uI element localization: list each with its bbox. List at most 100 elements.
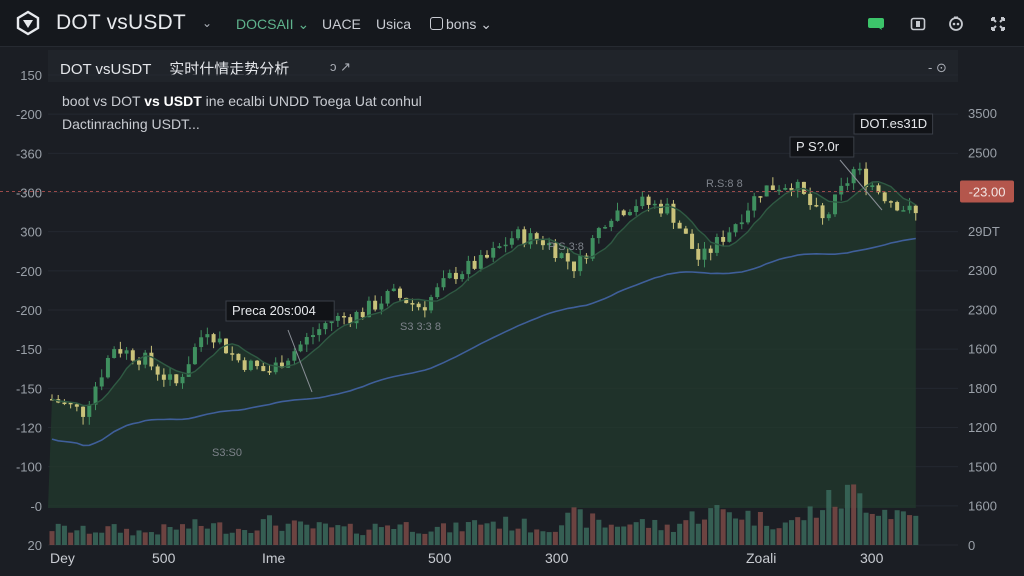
candle-body <box>727 232 732 242</box>
candle-body <box>99 377 104 387</box>
volume-bar <box>739 519 745 545</box>
candle-body <box>565 253 570 262</box>
candle-body <box>248 360 253 370</box>
candle-body <box>826 214 831 219</box>
candle-body <box>255 360 260 367</box>
candle-body <box>814 205 819 207</box>
annotation-label: P S?.0r <box>796 139 840 154</box>
x-tick-label: Ime <box>262 550 286 566</box>
volume-bar <box>322 523 328 545</box>
volume-bar <box>503 516 509 545</box>
volume-bar <box>888 519 894 545</box>
candle-body <box>304 337 309 345</box>
volume-bar <box>882 509 888 545</box>
volume-bar <box>571 507 577 545</box>
volume-bar <box>142 532 148 545</box>
volume-bar <box>907 515 913 545</box>
candle-body <box>485 254 489 258</box>
candle-body <box>603 227 608 229</box>
annotation-label: DOT.es31D <box>860 116 927 131</box>
candle-body <box>435 287 440 298</box>
volume-bar <box>360 535 366 545</box>
volume-bar <box>372 523 378 545</box>
candle-body <box>261 366 266 372</box>
volume-bar <box>447 532 453 545</box>
left-tick-label: -100 <box>16 460 42 475</box>
candle-body <box>447 272 452 279</box>
candle-body <box>646 196 651 205</box>
candle-body <box>758 196 763 198</box>
volume-bar <box>664 524 670 545</box>
candle-body <box>242 360 247 370</box>
x-axis: Dey 500 Ime 500 300 Zoali 300 <box>50 550 884 566</box>
candle-body <box>615 210 620 221</box>
volume-bar <box>708 508 714 545</box>
volume-bar <box>577 509 583 545</box>
volume-bar <box>186 528 192 545</box>
volume-bar <box>795 517 801 545</box>
candle-body <box>342 315 347 318</box>
volume-bar <box>627 524 633 545</box>
volume-bar <box>863 512 869 545</box>
candle-body <box>870 185 875 188</box>
candle-body <box>205 334 210 338</box>
volume-bar <box>820 510 826 545</box>
volume-bar <box>789 520 794 545</box>
volume-bar <box>86 533 92 545</box>
candle-body <box>298 344 303 352</box>
x-tick-label: 300 <box>860 550 884 566</box>
volume-bar <box>559 525 565 545</box>
right-tick-label: 1600 <box>968 499 997 514</box>
left-tick-label: 300 <box>20 225 42 240</box>
volume-bar <box>869 513 875 545</box>
left-tick-label: -0 <box>30 499 42 514</box>
candle-body <box>572 261 576 272</box>
candle-body <box>702 248 707 260</box>
right-tick-label: 2300 <box>968 302 997 317</box>
candle-body <box>416 303 421 308</box>
volume-bar <box>745 510 751 545</box>
volume-bar <box>776 528 782 545</box>
x-tick-label: 500 <box>152 550 176 566</box>
price-chart[interactable]: 150 -200 -360 -300 300 -200 -200 -150 -150 -120 -1… <box>0 0 1024 576</box>
volume-bar <box>646 527 652 545</box>
right-tick-label: 29DT <box>968 224 1000 239</box>
volume-bar <box>285 523 291 545</box>
volume-bar <box>633 522 639 545</box>
candle-body <box>845 183 850 186</box>
volume-bar <box>198 525 204 545</box>
right-tick-label: 1600 <box>968 342 997 357</box>
volume-bar <box>894 510 900 545</box>
volume-bar <box>459 531 465 545</box>
volume-bar <box>267 515 272 545</box>
left-tick-label: 20 <box>28 538 42 553</box>
volume-bar <box>117 532 123 545</box>
volume-bar <box>441 523 446 545</box>
candle-body <box>335 315 340 321</box>
volume-bar <box>583 527 589 545</box>
candle-body <box>130 350 135 361</box>
volume-bar <box>733 518 739 545</box>
volume-bar <box>167 527 173 545</box>
volume-bar <box>770 529 776 545</box>
volume-bar <box>130 535 136 545</box>
candle-body <box>888 201 893 203</box>
right-tick-label: 1500 <box>968 459 997 474</box>
volume-bar <box>496 528 502 545</box>
volume-bar <box>453 522 459 545</box>
annotation-label: P S 3:8 <box>548 241 584 253</box>
volume-bar <box>838 508 844 545</box>
candle-body <box>497 246 502 248</box>
candle-body <box>267 371 272 373</box>
volume-bar <box>329 527 335 545</box>
candle-body <box>472 260 477 269</box>
volume-bar <box>720 509 726 545</box>
candle-body <box>696 248 701 260</box>
volume-bar <box>546 532 552 545</box>
volume-bar <box>540 531 546 545</box>
left-tick-label: -200 <box>16 264 42 279</box>
annotation-label: R.S:8 8 <box>706 178 743 190</box>
volume-bar <box>403 522 409 545</box>
volume-bar <box>99 532 105 545</box>
current-price-label: -23.00 <box>969 185 1006 200</box>
